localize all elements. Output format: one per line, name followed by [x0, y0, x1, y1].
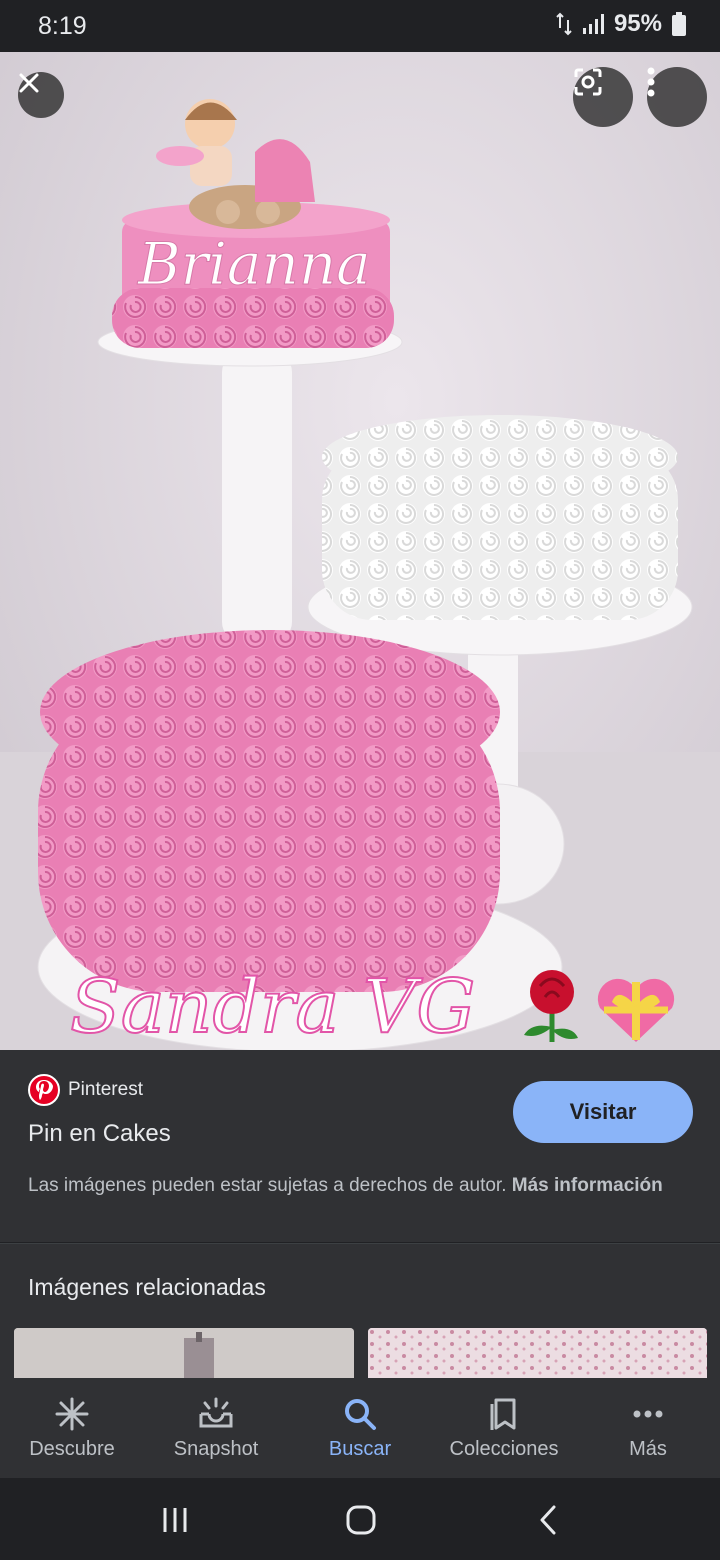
nav-label: Buscar	[328, 1437, 392, 1460]
status-time: 8:19	[38, 12, 87, 40]
signal-icon	[582, 14, 604, 34]
search-icon	[345, 1398, 376, 1430]
copyright-text: Las imágenes pueden estar sujetas a dere…	[28, 1175, 507, 1196]
home-button[interactable]	[331, 1500, 391, 1540]
nav-label: Descubre	[29, 1437, 115, 1460]
more-info-link[interactable]: Más información	[512, 1175, 663, 1196]
visit-button[interactable]: Visitar	[513, 1081, 693, 1143]
status-icons: 95%	[556, 10, 686, 38]
nav-label: Snapshot	[173, 1437, 259, 1460]
related-images-section: Imágenes relacionadas	[0, 1243, 720, 1379]
pin-title[interactable]: Pin en Cakes	[28, 1120, 171, 1148]
back-button[interactable]	[518, 1500, 578, 1540]
lens-button[interactable]	[573, 67, 633, 127]
pin-info-panel: Pinterest Pin en Cakes Visitar Las imáge…	[0, 1050, 720, 1242]
asterisk-icon	[55, 1397, 89, 1430]
system-navigation-bar	[0, 1478, 720, 1560]
collections-icon	[490, 1398, 516, 1430]
lens-icon	[574, 68, 602, 96]
hero-image[interactable]: Brianna Sandra VG	[0, 52, 720, 1050]
nav-label: Más	[629, 1437, 667, 1460]
related-image-thumb[interactable]	[368, 1328, 707, 1379]
related-images-title: Imágenes relacionadas	[28, 1274, 266, 1300]
back-icon	[540, 1505, 556, 1535]
battery-percent: 95%	[613, 10, 662, 37]
cake-name-text: Brianna	[137, 230, 371, 298]
cake-photo: Brianna Sandra VG	[0, 52, 720, 1050]
related-image-thumb[interactable]	[14, 1328, 354, 1379]
data-transfer-icon	[556, 12, 572, 36]
nav-label: Colecciones	[449, 1437, 559, 1460]
recent-apps-icon	[163, 1508, 187, 1532]
source-row[interactable]: Pinterest	[28, 1074, 143, 1106]
source-name: Pinterest	[68, 1079, 143, 1100]
bottom-navigation: Descubre Snapshot Buscar Colecciones Más	[0, 1378, 720, 1478]
nav-snapshot[interactable]: Snapshot	[144, 1378, 288, 1478]
recent-apps-button[interactable]	[145, 1500, 205, 1540]
pinterest-logo-icon	[28, 1074, 60, 1106]
nav-descubre[interactable]: Descubre	[0, 1378, 144, 1478]
battery-icon	[672, 12, 686, 36]
more-horizontal-icon	[633, 1410, 663, 1417]
copyright-notice: Las imágenes pueden estar sujetas a dere…	[28, 1172, 668, 1200]
home-icon	[346, 1505, 376, 1535]
snapshot-icon	[199, 1397, 233, 1427]
nav-colecciones[interactable]: Colecciones	[432, 1378, 576, 1478]
close-icon	[19, 73, 39, 93]
close-button[interactable]	[18, 72, 64, 118]
status-bar: 8:19 95%	[0, 0, 720, 52]
more-vertical-icon	[647, 67, 655, 97]
watermark-text: Sandra VG	[70, 964, 475, 1050]
nav-buscar[interactable]: Buscar	[288, 1378, 432, 1478]
more-options-button[interactable]	[647, 67, 707, 127]
nav-mas[interactable]: Más	[576, 1378, 720, 1478]
